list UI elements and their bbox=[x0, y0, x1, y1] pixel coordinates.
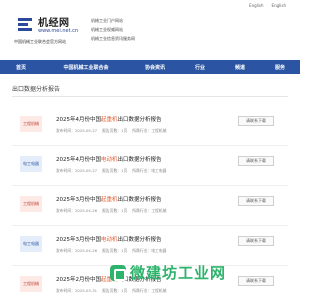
report-date: 发布时间：2025-04-26 bbox=[56, 248, 98, 253]
report-date: 发布时间：2025-04-26 bbox=[56, 208, 98, 213]
report-pages: 报告页数：1页 bbox=[102, 288, 128, 293]
english-link[interactable]: English bbox=[249, 3, 263, 8]
title-divider bbox=[12, 96, 288, 97]
nav-item-industry[interactable]: 行业 bbox=[180, 64, 220, 71]
page-title: 出口数据分析报告 bbox=[12, 86, 61, 93]
site-logo-icon[interactable] bbox=[18, 16, 36, 34]
site-logo-url: www.mei.net.cn bbox=[38, 28, 79, 34]
industry-tag: 工程机械 bbox=[20, 116, 42, 132]
nav-item-channel[interactable]: 频道 bbox=[220, 64, 260, 71]
nav-item-news[interactable]: 协会资讯 bbox=[130, 64, 180, 71]
site-org-name: 中国机械工业联合会官方网站 bbox=[14, 39, 66, 44]
watermark: 微建坊工业网 bbox=[110, 262, 226, 283]
report-item[interactable]: 工程机械 2025年3月份中国起重机出口数据分析报告 发布时间：2025-04-… bbox=[12, 186, 288, 226]
report-date: 发布时间：2025-05-27 bbox=[56, 168, 98, 173]
watermark-text: 微建坊工业网 bbox=[130, 264, 227, 282]
report-industry: 所属行业：工程机械 bbox=[132, 288, 167, 293]
report-meta: 发布时间：2025-05-27 报告页数：1页 所属行业：工程机械 bbox=[56, 128, 166, 134]
report-item[interactable]: 电工电器 2025年3月份中国电动机出口数据分析报告 发布时间：2025-04-… bbox=[12, 226, 288, 266]
report-item[interactable]: 工程机械 2025年4月份中国起重机出口数据分析报告 发布时间：2025-05-… bbox=[12, 106, 288, 146]
english-link[interactable]: English bbox=[272, 3, 286, 8]
header-tagline: 机械工业信息资讯服务网 bbox=[91, 36, 135, 41]
topbar: English English bbox=[0, 0, 300, 10]
report-title[interactable]: 2025年3月份中国起重机出口数据分析报告 bbox=[56, 195, 162, 203]
main-nav: 首页 中国机械工业联合会 协会资讯 行业 频道 服务 bbox=[0, 60, 300, 74]
industry-tag: 电工电器 bbox=[20, 236, 42, 252]
report-industry: 所属行业：工程机械 bbox=[132, 208, 167, 213]
download-button[interactable]: 请联系下载 bbox=[238, 156, 274, 166]
industry-tag: 工程机械 bbox=[20, 276, 42, 292]
report-meta: 发布时间：2025-04-26 报告页数：1页 所属行业：电工电器 bbox=[56, 248, 166, 254]
download-button[interactable]: 请联系下载 bbox=[238, 196, 274, 206]
header-tagline: 机械工业门户网站 bbox=[91, 18, 123, 23]
industry-tag: 工程机械 bbox=[20, 196, 42, 212]
header-taglines: 机械工业门户网站 机械工业权威网站 机械工业信息资讯服务网 bbox=[91, 16, 135, 43]
industry-tag: 电工电器 bbox=[20, 156, 42, 172]
report-date: 发布时间：2025-03-31 bbox=[56, 288, 98, 293]
report-meta: 发布时间：2025-04-26 报告页数：1页 所属行业：工程机械 bbox=[56, 208, 166, 214]
report-item[interactable]: 电工电器 2025年4月份中国电动机出口数据分析报告 发布时间：2025-05-… bbox=[12, 146, 288, 186]
site-header: 机经网 www.mei.net.cn 中国机械工业联合会官方网站 机械工业门户网… bbox=[0, 10, 300, 54]
download-button[interactable]: 请联系下载 bbox=[238, 116, 274, 126]
report-date: 发布时间：2025-05-27 bbox=[56, 128, 98, 133]
report-title[interactable]: 2025年4月份中国起重机出口数据分析报告 bbox=[56, 115, 162, 123]
report-pages: 报告页数：1页 bbox=[102, 208, 128, 213]
report-industry: 所属行业：电工电器 bbox=[132, 248, 167, 253]
download-button[interactable]: 请联系下载 bbox=[238, 276, 274, 286]
site-logo-name[interactable]: 机经网 bbox=[38, 14, 70, 29]
report-meta: 发布时间：2025-05-27 报告页数：1页 所属行业：电工电器 bbox=[56, 168, 166, 174]
site-logo-icon bbox=[110, 264, 126, 281]
download-button[interactable]: 请联系下载 bbox=[238, 236, 274, 246]
report-industry: 所属行业：电工电器 bbox=[132, 168, 167, 173]
report-pages: 报告页数：1页 bbox=[102, 168, 128, 173]
header-tagline: 机械工业权威网站 bbox=[91, 27, 123, 32]
report-meta: 发布时间：2025-03-31 报告页数：1页 所属行业：工程机械 bbox=[56, 288, 166, 294]
report-title[interactable]: 2025年4月份中国电动机出口数据分析报告 bbox=[56, 155, 162, 163]
nav-item-service[interactable]: 服务 bbox=[260, 64, 300, 71]
report-pages: 报告页数：1页 bbox=[102, 128, 128, 133]
report-industry: 所属行业：工程机械 bbox=[132, 128, 167, 133]
nav-item-home[interactable]: 首页 bbox=[0, 64, 42, 71]
report-pages: 报告页数：1页 bbox=[102, 248, 128, 253]
nav-item-federation[interactable]: 中国机械工业联合会 bbox=[42, 64, 130, 71]
report-title[interactable]: 2025年3月份中国电动机出口数据分析报告 bbox=[56, 235, 162, 243]
